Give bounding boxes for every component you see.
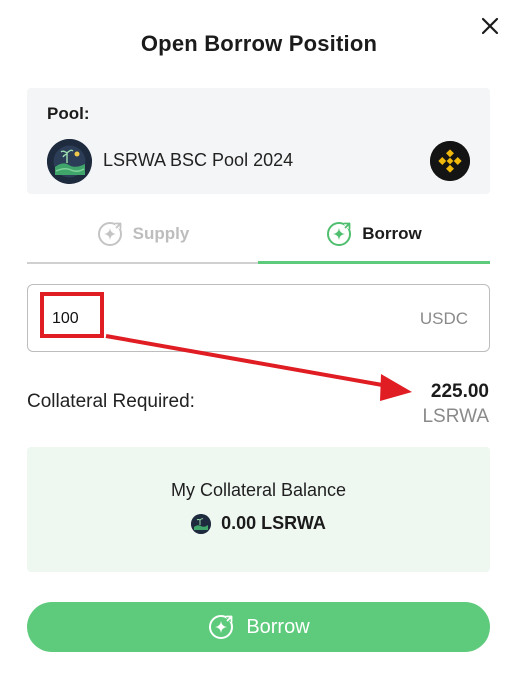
amount-highlight-annotation [40, 292, 104, 338]
position-tabs: Supply Borrow [27, 206, 490, 264]
pool-label: Pool: [47, 104, 90, 123]
dialog-title: Open Borrow Position [140, 31, 378, 56]
tab-divider [27, 262, 258, 264]
sparkle-arrow-icon [327, 221, 353, 246]
tab-borrow[interactable]: Borrow [258, 206, 489, 262]
collateral-balance-card: My Collateral Balance 0.00 LSRWA [27, 447, 490, 572]
borrow-button[interactable]: Borrow [27, 602, 490, 652]
tab-borrow-label: Borrow [362, 224, 422, 243]
amount-unit-label: USDC [419, 309, 468, 328]
collateral-balance-title: My Collateral Balance [170, 480, 347, 500]
tab-supply[interactable]: Supply [27, 206, 258, 262]
borrow-button-label: Borrow [246, 615, 310, 638]
collateral-required-label: Collateral Required: [27, 391, 195, 412]
active-tab-indicator [258, 261, 490, 264]
binance-bnb-icon [430, 141, 470, 181]
sparkle-arrow-icon [209, 614, 235, 639]
open-borrow-position-dialog: Open Borrow Position Pool: LSRWA BSC Poo… [0, 0, 518, 697]
collateral-required-value: 225.00 [430, 381, 489, 402]
collateral-balance-value: 0.00 LSRWA [221, 513, 326, 533]
pool-card: Pool: LSRWA BSC Pool 2024 [27, 88, 490, 194]
pool-name: LSRWA BSC Pool 2024 [103, 150, 294, 170]
lsrwa-landscape-icon [47, 139, 92, 184]
sparkle-arrow-icon [97, 221, 123, 246]
collateral-balance-row: 0.00 LSRWA [27, 513, 490, 534]
tab-supply-label: Supply [132, 224, 190, 243]
lsrwa-token-icon [191, 513, 212, 534]
collateral-required-unit: LSRWA [422, 406, 489, 427]
